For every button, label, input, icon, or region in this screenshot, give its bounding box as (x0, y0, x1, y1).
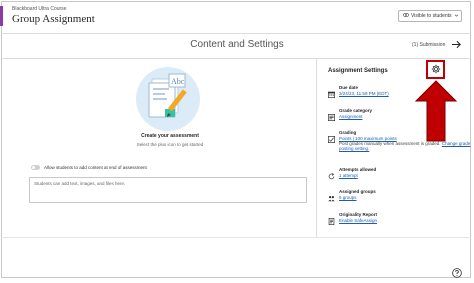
help-icon[interactable] (452, 265, 462, 278)
setting-grading[interactable]: Grading Points | 100 maximum points Post… (328, 130, 474, 151)
assignment-settings-title: Assignment Settings (328, 68, 388, 74)
chevron-down-icon (454, 13, 459, 20)
grading-note: Post grades manually when assessment is … (339, 141, 474, 151)
setting-assigned-groups[interactable]: Assigned groups 5 groups (328, 189, 376, 202)
svg-text:Abc: Abc (171, 77, 185, 86)
course-name: Blackboard Ultra Course (12, 6, 67, 12)
student-content-textbox[interactable]: Students can add text, images, and files… (29, 177, 307, 203)
header-divider (1, 33, 471, 34)
visibility-label: Visible to students (411, 13, 452, 19)
create-assessment-title: Create your assessment (141, 133, 199, 139)
textbox-placeholder: Students can add text, images, and files… (34, 181, 126, 186)
gear-icon[interactable] (431, 61, 441, 79)
create-assessment-subtitle: Select the plus icon to get started (136, 142, 204, 147)
settings-highlight-box (426, 60, 445, 79)
setting-attempts[interactable]: Attempts allowed 1 attempt (328, 167, 376, 180)
attempts-link[interactable]: 1 attempt (339, 173, 376, 179)
document-icon (328, 212, 335, 225)
setting-originality-report[interactable]: Originality Report Enable SafeAssign (328, 212, 377, 225)
setting-due-date[interactable]: Due date 3/24/23, 11:59 PM (EDT) (328, 85, 389, 98)
grade-category-icon (328, 108, 335, 121)
allow-content-toggle[interactable] (31, 165, 40, 170)
attempts-icon (328, 167, 335, 180)
assigned-groups-link[interactable]: 5 groups (339, 195, 376, 201)
allow-content-label: Allow students to add content at end of … (44, 165, 147, 170)
calendar-icon (328, 85, 335, 98)
page-title: Group Assignment (12, 13, 95, 25)
footer-divider (1, 237, 471, 238)
allow-content-row: Allow students to add content at end of … (31, 165, 147, 170)
assessment-illustration-icon: Abc (135, 66, 201, 132)
due-date-link[interactable]: 3/24/23, 11:59 PM (EDT) (339, 91, 389, 97)
eye-icon (403, 12, 409, 20)
grade-category-link[interactable]: Assignment (339, 114, 372, 120)
section-divider (1, 58, 471, 59)
grading-icon (328, 130, 335, 143)
originality-report-link[interactable]: Enable SafeAssign (339, 218, 377, 224)
course-accent-bar (0, 6, 3, 26)
submission-link[interactable]: (1) Submission (412, 42, 445, 48)
content-title: Content and Settings (190, 39, 284, 50)
panel-divider (316, 59, 317, 237)
groups-icon (328, 189, 335, 202)
visibility-dropdown[interactable]: Visible to students (398, 10, 462, 22)
setting-grade-category[interactable]: Grade category Assignment (328, 108, 372, 121)
arrow-right-icon[interactable] (451, 39, 462, 53)
